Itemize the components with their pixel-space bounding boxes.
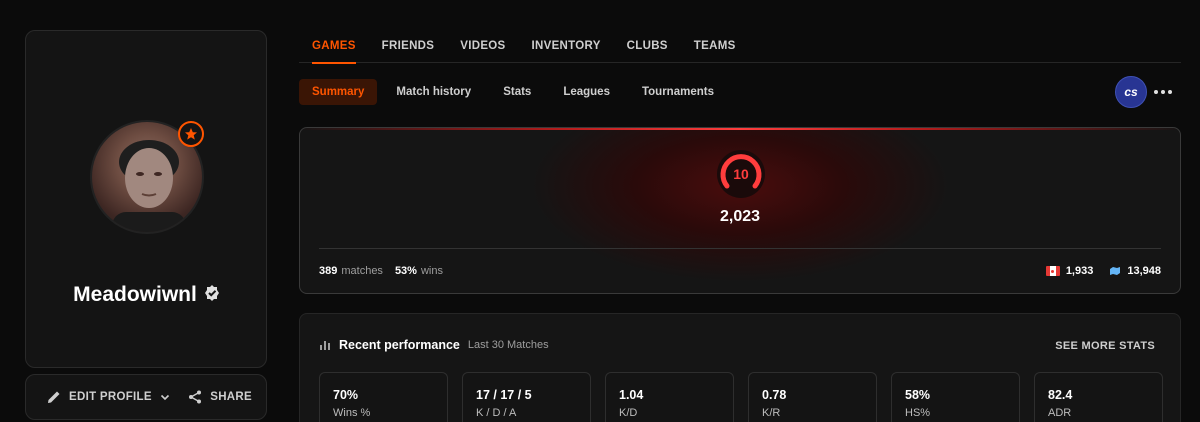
profile-card: Meadowiwnl (25, 30, 267, 368)
tab-videos[interactable]: VIDEOS (447, 30, 518, 63)
subtab-stats[interactable]: Stats (490, 79, 544, 105)
username: Meadowiwnl (73, 283, 197, 306)
canada-flag-icon (1045, 266, 1060, 276)
share-icon (189, 390, 202, 404)
region-rank-value: 13,948 (1127, 265, 1161, 277)
sub-tabs: Summary Match history Stats Leagues Tour… (299, 79, 727, 105)
region-map-icon (1109, 266, 1121, 276)
tab-games[interactable]: GAMES (299, 30, 369, 64)
stat-kda: 17 / 17 / 5 K / D / A (462, 372, 591, 422)
elo-card: 10 2,023 389 matches 53% wins 1,933 13,948 (299, 127, 1181, 294)
divider (319, 248, 1161, 249)
subtab-match-history[interactable]: Match history (383, 79, 484, 105)
country-rank-value: 1,933 (1065, 265, 1094, 277)
username-row: Meadowiwnl (26, 283, 268, 307)
subtab-leagues[interactable]: Leagues (550, 79, 623, 105)
performance-title: Recent performance (339, 338, 460, 352)
recent-performance-card: Recent performance Last 30 Matches SEE M… (299, 313, 1181, 422)
tab-teams[interactable]: TEAMS (681, 30, 749, 63)
tab-inventory[interactable]: INVENTORY (519, 30, 614, 63)
bar-chart-icon (320, 341, 330, 350)
pencil-icon (48, 391, 60, 403)
chevron-down-icon (160, 394, 169, 401)
ranking-summary: 1,933 13,948 (1045, 265, 1161, 277)
wins-rate: 53% wins (394, 265, 443, 277)
stat-hs-pct: 58% HS% (891, 372, 1020, 422)
skill-level-value: 10 (733, 166, 749, 182)
stat-adr: 82.4 ADR (1034, 372, 1163, 422)
performance-subtitle: Last 30 Matches (467, 339, 549, 351)
subtab-tournaments[interactable]: Tournaments (629, 79, 727, 105)
top-nav: GAMES FRIENDS VIDEOS INVENTORY CLUBS TEA… (299, 30, 1181, 64)
edit-profile-button[interactable]: EDIT PROFILE (46, 389, 171, 405)
tab-clubs[interactable]: CLUBS (614, 30, 681, 63)
edit-profile-label: EDIT PROFILE (69, 391, 152, 403)
more-options-icon[interactable] (1152, 83, 1174, 101)
country-rank[interactable]: 1,933 (1045, 265, 1094, 277)
elo-value: 2,023 (719, 208, 761, 225)
matches-count: 389 matches (319, 265, 383, 277)
avatar-wrap (90, 120, 204, 234)
share-label: SHARE (210, 391, 252, 403)
share-button[interactable]: SHARE (187, 389, 252, 405)
stat-kd: 1.04 K/D (605, 372, 734, 422)
see-more-stats-link[interactable]: SEE MORE STATS (1055, 340, 1155, 352)
performance-header: Recent performance Last 30 Matches (319, 338, 549, 352)
stat-wins-pct: 70% Wins % (319, 372, 448, 422)
verified-icon (203, 284, 221, 307)
game-selector-badge[interactable]: cs (1115, 76, 1147, 108)
stat-row: 70% Wins % 17 / 17 / 5 K / D / A 1.04 K/… (319, 372, 1163, 422)
match-summary: 389 matches 53% wins (319, 265, 443, 277)
region-rank[interactable]: 13,948 (1109, 265, 1161, 277)
premium-star-icon (178, 121, 204, 147)
stat-kr: 0.78 K/R (748, 372, 877, 422)
profile-actions: EDIT PROFILE SHARE (25, 374, 267, 420)
skill-level-icon: 10 (715, 148, 767, 200)
subtab-summary[interactable]: Summary (299, 79, 378, 105)
tab-friends[interactable]: FRIENDS (369, 30, 448, 63)
